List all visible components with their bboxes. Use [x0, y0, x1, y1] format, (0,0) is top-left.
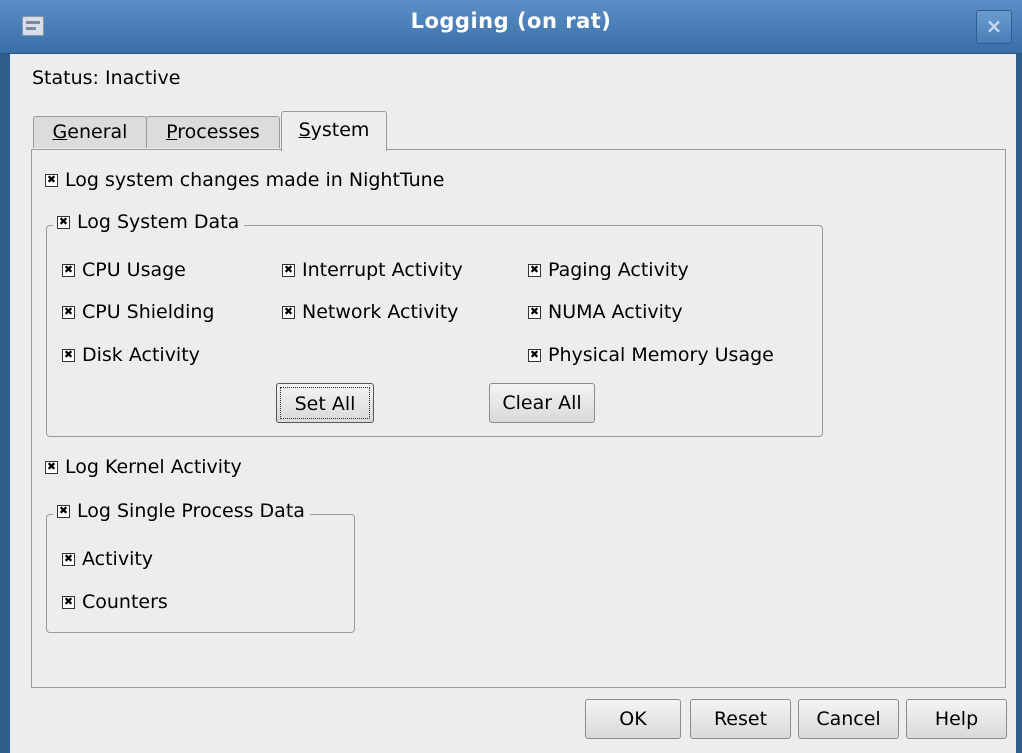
title-bar[interactable]: Logging (on rat) × — [0, 0, 1022, 54]
checkbox-checked-icon — [62, 552, 75, 566]
status-label: Status: Inactive — [32, 67, 181, 89]
checkbox-checked-icon — [45, 460, 58, 474]
tab-processes[interactable]: Processes — [146, 116, 280, 148]
log-system-data-label: Log System Data — [77, 211, 240, 233]
checkbox-checked-icon — [282, 263, 295, 277]
log-single-process-data-checkbox[interactable]: Log Single Process Data — [53, 500, 310, 522]
checkbox-checked-icon — [45, 173, 58, 187]
physical-memory-usage-label: Physical Memory Usage — [548, 344, 774, 366]
set-all-button[interactable]: Set All — [276, 383, 374, 423]
checkbox-checked-icon — [57, 215, 70, 229]
interrupt-activity-label: Interrupt Activity — [302, 259, 463, 281]
cpu-shielding-checkbox[interactable]: CPU Shielding — [62, 301, 215, 323]
numa-activity-label: NUMA Activity — [548, 301, 683, 323]
log-kernel-activity-label: Log Kernel Activity — [65, 456, 242, 478]
reset-label: Reset — [713, 708, 768, 730]
reset-button[interactable]: Reset — [690, 699, 791, 739]
cpu-shielding-label: CPU Shielding — [82, 301, 215, 323]
help-button[interactable]: Help — [906, 699, 1007, 739]
tab-system[interactable]: System — [281, 111, 387, 151]
activity-checkbox[interactable]: Activity — [62, 548, 154, 570]
tab-general-mnemonic: G — [52, 121, 68, 143]
disk-activity-label: Disk Activity — [82, 344, 200, 366]
tab-general[interactable]: General — [33, 116, 147, 148]
clear-all-button[interactable]: Clear All — [489, 383, 595, 423]
system-data-group — [46, 225, 823, 437]
paging-activity-label: Paging Activity — [548, 259, 689, 281]
cpu-usage-label: CPU Usage — [82, 259, 186, 281]
network-activity-label: Network Activity — [302, 301, 459, 323]
checkbox-checked-icon — [528, 305, 541, 319]
ok-button[interactable]: OK — [585, 699, 681, 739]
checkbox-checked-icon — [57, 504, 70, 518]
checkbox-checked-icon — [62, 263, 75, 277]
window-frame-left — [0, 0, 10, 753]
log-kernel-activity-checkbox[interactable]: Log Kernel Activity — [45, 456, 242, 478]
cancel-label: Cancel — [816, 708, 881, 730]
set-all-label: Set All — [280, 387, 370, 419]
single-process-group — [46, 514, 355, 633]
counters-label: Counters — [82, 591, 168, 613]
physical-memory-usage-checkbox[interactable]: Physical Memory Usage — [528, 344, 774, 366]
checkbox-checked-icon — [528, 263, 541, 277]
checkbox-checked-icon — [62, 348, 75, 362]
window-title: Logging (on rat) — [410, 9, 612, 33]
interrupt-activity-checkbox[interactable]: Interrupt Activity — [282, 259, 463, 281]
network-activity-checkbox[interactable]: Network Activity — [282, 301, 459, 323]
log-single-process-data-label: Log Single Process Data — [77, 500, 305, 522]
checkbox-checked-icon — [62, 305, 75, 319]
window-frame-right — [1016, 0, 1022, 753]
close-icon: × — [985, 14, 1003, 38]
counters-checkbox[interactable]: Counters — [62, 591, 168, 613]
ok-label: OK — [619, 708, 647, 730]
numa-activity-checkbox[interactable]: NUMA Activity — [528, 301, 683, 323]
tab-processes-label: rocesses — [177, 121, 260, 143]
checkbox-checked-icon — [62, 595, 75, 609]
activity-label: Activity — [82, 548, 154, 570]
help-label: Help — [934, 708, 979, 730]
tab-system-mnemonic: S — [298, 119, 311, 141]
close-button[interactable]: × — [976, 10, 1012, 44]
checkbox-checked-icon — [282, 305, 295, 319]
checkbox-checked-icon — [528, 348, 541, 362]
tab-general-label: eneral — [67, 121, 128, 143]
paging-activity-checkbox[interactable]: Paging Activity — [528, 259, 689, 281]
log-system-changes-label: Log system changes made in NightTune — [65, 169, 445, 191]
clear-all-label: Clear All — [502, 392, 582, 414]
disk-activity-checkbox[interactable]: Disk Activity — [62, 344, 200, 366]
tab-system-label: ystem — [310, 119, 370, 141]
tab-processes-mnemonic: P — [166, 121, 178, 143]
cpu-usage-checkbox[interactable]: CPU Usage — [62, 259, 186, 281]
cancel-button[interactable]: Cancel — [798, 699, 899, 739]
log-system-changes-checkbox[interactable]: Log system changes made in NightTune — [45, 169, 445, 191]
log-system-data-checkbox[interactable]: Log System Data — [53, 211, 245, 233]
